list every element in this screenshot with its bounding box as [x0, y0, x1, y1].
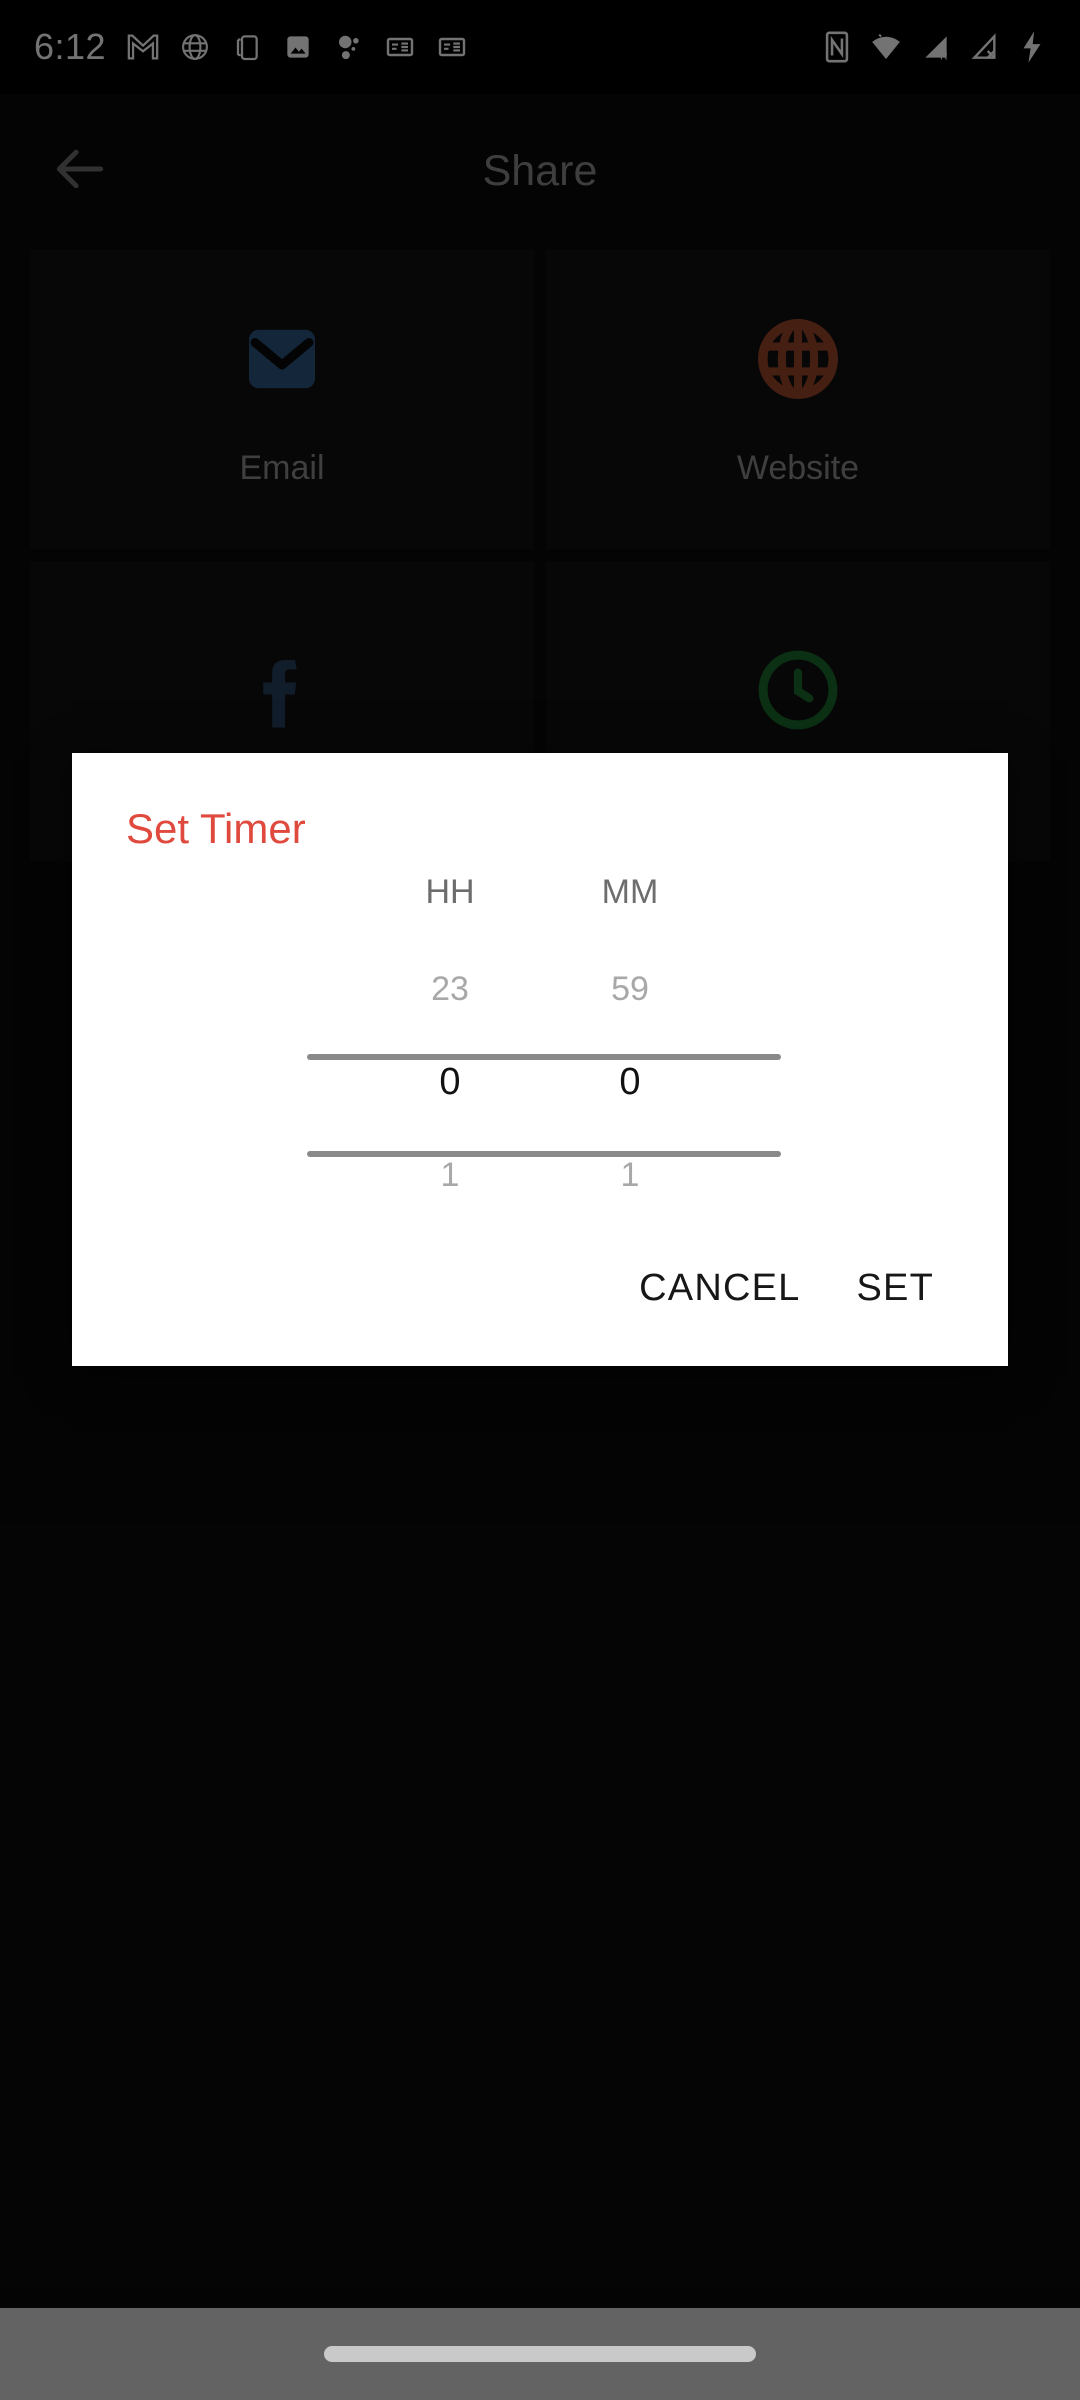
- dialog-actions: CANCEL SET: [72, 1267, 1008, 1366]
- picker-hours-selected[interactable]: 0: [360, 1061, 540, 1104]
- picker-next-row[interactable]: 1 1: [72, 1156, 1008, 1195]
- picker-divider-top: [307, 1054, 781, 1060]
- picker-divider-bottom: [307, 1151, 781, 1157]
- picker-header-hh: HH: [425, 873, 475, 911]
- picker-minutes-previous[interactable]: 59: [540, 970, 720, 1009]
- picker-minutes-selected-value: 0: [619, 1061, 641, 1103]
- picker-hours-selected-value: 0: [439, 1061, 461, 1103]
- system-nav-bar: [0, 2308, 1080, 2400]
- picker-hours-next[interactable]: 1: [360, 1156, 540, 1195]
- picker-hours-previous[interactable]: 23: [360, 970, 540, 1009]
- picker-minutes-selected[interactable]: 0: [540, 1061, 720, 1104]
- time-picker: HH MM 23 59 0 0 1 1: [72, 873, 1008, 1273]
- picker-minutes-next[interactable]: 1: [540, 1156, 720, 1195]
- picker-selected-row[interactable]: 0 0: [72, 1061, 1008, 1104]
- picker-hours-next-value: 1: [440, 1156, 460, 1194]
- picker-column-minutes: MM: [540, 873, 720, 912]
- set-button[interactable]: SET: [856, 1267, 934, 1310]
- home-indicator[interactable]: [324, 2346, 756, 2362]
- picker-column-hours: HH: [360, 873, 540, 912]
- phone-screen: 6:12: [0, 0, 1080, 2400]
- set-timer-dialog: Set Timer HH MM 23 59 0 0 1 1 CANCEL SET: [72, 753, 1008, 1366]
- picker-minutes-previous-value: 59: [611, 970, 649, 1008]
- picker-header-mm: MM: [601, 873, 659, 911]
- picker-header-row: HH MM: [72, 873, 1008, 912]
- picker-hours-previous-value: 23: [431, 970, 469, 1008]
- picker-minutes-next-value: 1: [620, 1156, 640, 1194]
- dialog-title: Set Timer: [126, 805, 306, 852]
- cancel-button[interactable]: CANCEL: [639, 1267, 800, 1310]
- picker-previous-row[interactable]: 23 59: [72, 970, 1008, 1009]
